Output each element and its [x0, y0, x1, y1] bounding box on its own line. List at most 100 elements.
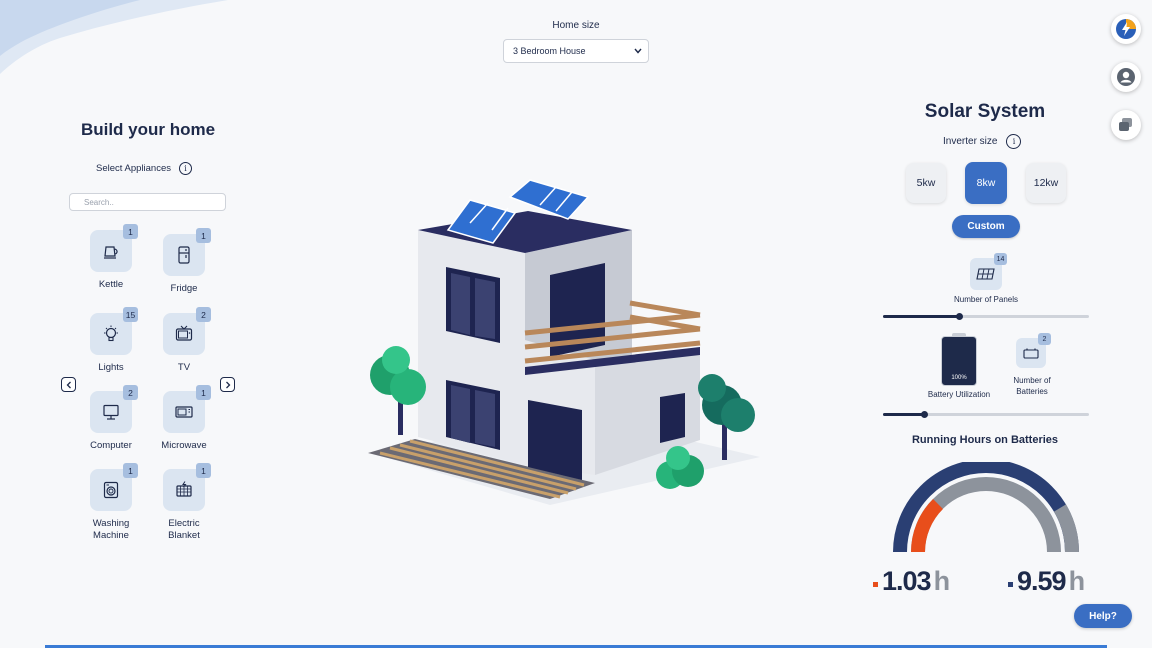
- runtime-value-2-unit: h: [1068, 566, 1085, 596]
- build-home-title: Build your home: [80, 120, 216, 139]
- home-size-value: 3 Bedroom House: [513, 46, 586, 56]
- info-icon[interactable]: i: [1006, 134, 1022, 149]
- lightning-icon: [1116, 19, 1136, 39]
- appliance-tile: 15: [90, 307, 138, 355]
- battery-icon: [1023, 348, 1039, 359]
- appliance-name: Microwave: [161, 440, 207, 451]
- chat-button[interactable]: [1111, 110, 1141, 140]
- inverter-5kw-button[interactable]: 5kw: [906, 163, 946, 203]
- appliance-name: Fridge: [170, 283, 198, 294]
- appliance-washing-machine[interactable]: 1 Washing Machine: [81, 463, 141, 542]
- help-button[interactable]: Help?: [1074, 604, 1132, 628]
- appliance-tile: 1: [90, 224, 138, 272]
- chevron-right-icon: [225, 381, 230, 388]
- running-hours-title: Running Hours on Batteries: [911, 434, 1059, 446]
- corner-wave-decoration: [0, 0, 228, 74]
- legend-dot-orange: [873, 582, 878, 587]
- inverter-size-row: Inverter size i: [943, 134, 1022, 149]
- appliance-name: Kettle: [98, 279, 124, 290]
- microwave-icon: [175, 406, 193, 418]
- runtime-value-2-number: 9.59: [1017, 566, 1067, 596]
- runtime-value-1-number: 1.03: [882, 566, 932, 596]
- panels-slider[interactable]: [883, 313, 1089, 320]
- appliance-tile: 1: [90, 463, 138, 511]
- appliance-tv[interactable]: 2 TV: [154, 307, 214, 374]
- tree-left: [370, 346, 426, 435]
- computer-icon: [103, 404, 119, 420]
- prev-arrow-button[interactable]: [61, 377, 76, 392]
- batteries-tile[interactable]: 2: [1016, 333, 1051, 368]
- chevron-down-icon: [634, 48, 642, 54]
- batteries-slider-fill: [883, 413, 925, 416]
- home-size-label: Home size: [552, 20, 600, 31]
- count-badge: 15: [123, 307, 138, 322]
- running-hours-gauge: [893, 462, 1080, 553]
- appliance-name: Computer: [90, 440, 132, 451]
- gauge-inner-arc: [911, 477, 1061, 553]
- battery-body: 100%: [941, 336, 977, 386]
- appliance-fridge[interactable]: 1 Fridge: [154, 228, 214, 295]
- next-arrow-button[interactable]: [220, 377, 235, 392]
- appliance-microwave[interactable]: 1 Microwave: [154, 385, 214, 452]
- appliance-name: Washing Machine: [92, 518, 130, 541]
- runtime-value-1: 1.03 h: [873, 566, 950, 597]
- batteries-slider[interactable]: [883, 411, 1089, 418]
- appliance-name: Electric Blanket: [168, 518, 200, 541]
- info-icon[interactable]: i: [179, 162, 192, 175]
- count-badge: 1: [123, 463, 138, 478]
- solar-panel-icon: [976, 268, 995, 280]
- gauge-primary-arc: [911, 499, 944, 553]
- select-appliances-label: Select Appliances: [96, 163, 171, 174]
- inverter-size-label: Inverter size: [943, 136, 998, 147]
- count-badge: 1: [196, 385, 211, 400]
- user-icon: [1117, 68, 1135, 86]
- washing-machine-icon: [103, 481, 119, 499]
- custom-inverter-button[interactable]: Custom: [952, 215, 1020, 238]
- lightning-button[interactable]: [1111, 14, 1141, 44]
- lightbulb-icon: [104, 325, 118, 342]
- house-illustration: [368, 179, 760, 505]
- count-badge: 1: [123, 224, 138, 239]
- solar-system-title: Solar System: [924, 101, 1046, 122]
- count-badge: 2: [196, 307, 211, 322]
- batteries-count-badge: 2: [1038, 333, 1051, 345]
- electric-blanket-icon: [176, 481, 192, 497]
- user-button[interactable]: [1111, 62, 1141, 92]
- count-badge: 2: [123, 385, 138, 400]
- inverter-12kw-button[interactable]: 12kw: [1026, 163, 1066, 203]
- chat-icon: [1119, 118, 1132, 131]
- legend-dot-navy: [1008, 582, 1013, 587]
- runtime-value-2: 9.59 h: [1008, 566, 1085, 597]
- battery-percent: 100%: [951, 375, 967, 381]
- panels-tile[interactable]: 14: [970, 253, 1007, 290]
- appliance-name: TV: [177, 362, 191, 373]
- appliance-kettle[interactable]: 1 Kettle: [81, 224, 141, 291]
- chevron-left-icon: [66, 381, 71, 388]
- appliance-computer[interactable]: 2 Computer: [81, 385, 141, 452]
- kettle-icon: [104, 246, 118, 259]
- panels-slider-fill: [883, 315, 960, 318]
- appliance-search-input[interactable]: [69, 193, 226, 211]
- home-size-section: Home size 3 Bedroom House: [503, 20, 649, 63]
- appliance-tile: 1: [163, 228, 211, 276]
- appliance-lights[interactable]: 15 Lights: [81, 307, 141, 374]
- home-size-select[interactable]: 3 Bedroom House: [503, 39, 649, 63]
- batteries-slider-thumb[interactable]: [921, 411, 929, 418]
- battery-utilization-label: Battery Utilization: [927, 390, 991, 399]
- panels-slider-thumb[interactable]: [956, 313, 964, 320]
- select-appliances-row: Select Appliances i: [96, 162, 192, 175]
- inverter-8kw-button[interactable]: 8kw: [965, 162, 1007, 204]
- panels-count-badge: 14: [994, 253, 1007, 265]
- count-badge: 1: [196, 463, 211, 478]
- appliance-tile: 1: [163, 463, 211, 511]
- count-badge: 1: [196, 228, 211, 243]
- appliance-tile: 2: [90, 385, 138, 433]
- fridge-icon: [178, 246, 190, 264]
- appliance-name: Lights: [98, 362, 124, 373]
- number-of-panels-label: Number of Panels: [953, 295, 1019, 304]
- runtime-value-1-unit: h: [933, 566, 950, 596]
- appliance-electric-blanket[interactable]: 1 Electric Blanket: [154, 463, 214, 542]
- gauge-outer-end: [1053, 504, 1080, 553]
- number-of-batteries-label: Number of Batteries: [1013, 376, 1051, 396]
- appliance-tile: 2: [163, 307, 211, 355]
